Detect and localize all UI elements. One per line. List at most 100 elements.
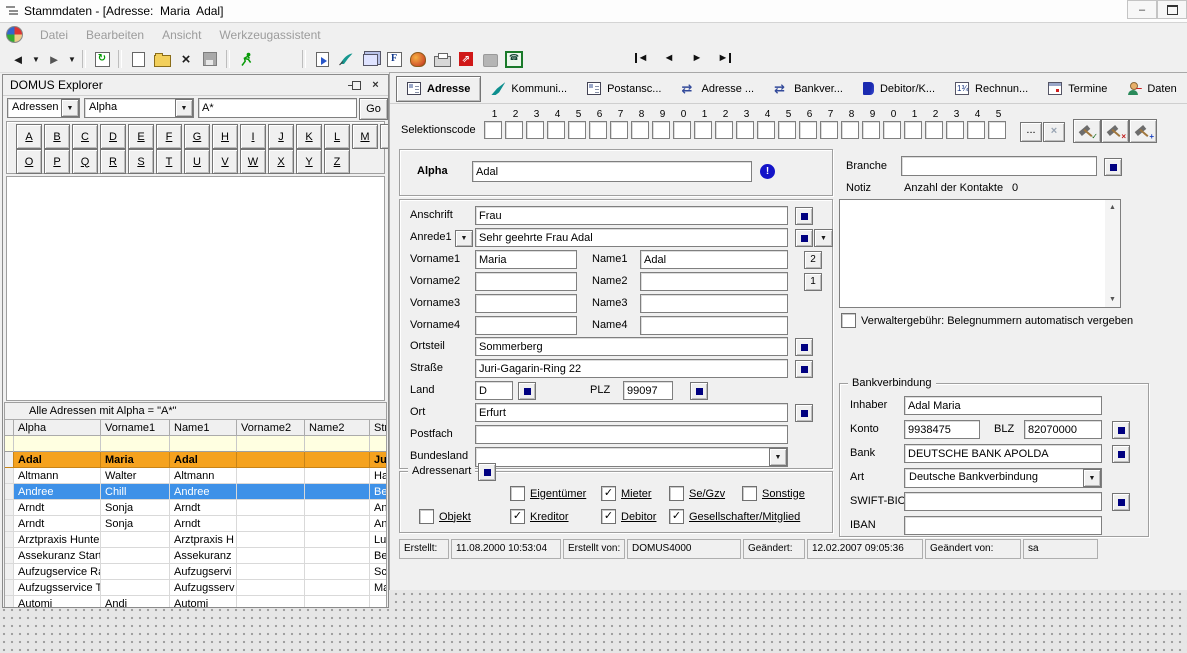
checkbox-sonstige[interactable]: Sonstige	[742, 486, 805, 501]
scope-dropdown[interactable]: Adressen ▼	[7, 98, 80, 118]
table-row[interactable]: Assekuranz StartAssekuranzBec	[5, 548, 386, 564]
tab-bankver[interactable]: Bankver...	[764, 77, 853, 101]
minimize-button[interactable]: –	[1127, 0, 1157, 19]
plz-input[interactable]	[623, 381, 673, 400]
scroll-down-icon[interactable]: ▼	[1105, 292, 1120, 307]
selektionscode-box-23[interactable]	[946, 121, 964, 139]
maximize-button[interactable]	[1157, 0, 1187, 19]
tab-adresse[interactable]: Adresse	[396, 76, 481, 102]
selektionscode-box-3[interactable]	[526, 121, 544, 139]
selektionscode-box-21[interactable]	[904, 121, 922, 139]
selektionscode-box-24[interactable]	[967, 121, 985, 139]
selektionscode-box-12[interactable]	[715, 121, 733, 139]
remove-selection-button[interactable]: ×	[1101, 119, 1129, 143]
checkbox-mieter[interactable]: Mieter	[601, 486, 652, 501]
vorname4-input[interactable]	[475, 316, 577, 335]
anschrift-lookup-button[interactable]	[795, 207, 813, 225]
next-record-button[interactable]: ►	[686, 48, 708, 68]
alpha-button-w[interactable]: W	[240, 149, 266, 174]
checkbox-objekt[interactable]: Objekt	[419, 509, 471, 524]
chevron-down-icon[interactable]: ▼	[175, 99, 193, 117]
table-row[interactable]: Aufzugsservice TAufzugsservMali	[5, 580, 386, 596]
alpha-button-r[interactable]: R	[100, 149, 126, 174]
print-button[interactable]	[430, 48, 454, 70]
tab-termine[interactable]: Termine	[1038, 77, 1117, 101]
scroll-up-icon[interactable]: ▲	[1105, 200, 1120, 215]
forward-button[interactable]: ►	[42, 48, 66, 70]
alpha-button-a[interactable]: A	[16, 124, 42, 149]
filter-cell[interactable]	[370, 436, 387, 452]
add-selection-button[interactable]: +	[1129, 119, 1157, 143]
anrede1-lookup-button[interactable]	[795, 229, 813, 247]
checkbox-debitor[interactable]: Debitor	[601, 509, 656, 524]
alpha-button-t[interactable]: T	[156, 149, 182, 174]
inhaber-input[interactable]	[904, 396, 1102, 415]
name2-input[interactable]	[640, 272, 788, 291]
last-record-button[interactable]: ►	[714, 48, 736, 68]
alpha-button-j[interactable]: J	[268, 124, 294, 149]
tab-adresse[interactable]: Adresse ...	[671, 77, 764, 101]
selektionscode-box-9[interactable]	[652, 121, 670, 139]
selektionscode-box-14[interactable]	[757, 121, 775, 139]
new-record-button[interactable]	[126, 48, 150, 70]
filter-cell[interactable]	[170, 436, 237, 452]
alpha-button-z[interactable]: Z	[324, 149, 350, 174]
konto-input[interactable]	[904, 420, 980, 439]
name4-input[interactable]	[640, 316, 788, 335]
filter-cell[interactable]	[237, 436, 305, 452]
table-row[interactable]: ArndtSonjaArndtAng	[5, 500, 386, 516]
bundesland-dropdown[interactable]: ▼	[475, 447, 788, 467]
wizard-button[interactable]	[406, 48, 430, 70]
alpha-button-s[interactable]: S	[128, 149, 154, 174]
anschrift-input[interactable]	[475, 206, 788, 225]
open-button[interactable]	[150, 48, 174, 70]
blz-input[interactable]	[1024, 420, 1102, 439]
name3-input[interactable]	[640, 294, 788, 313]
branche-input[interactable]	[901, 156, 1097, 176]
alpha-button-m[interactable]: M	[352, 124, 378, 149]
swift-lookup-button[interactable]	[1112, 493, 1130, 511]
selektionscode-box-17[interactable]	[820, 121, 838, 139]
ortsteil-input[interactable]	[475, 337, 788, 356]
name1-count-button[interactable]: 2	[804, 251, 822, 269]
field-dropdown[interactable]: Alpha ▼	[84, 98, 194, 118]
alpha-button-n[interactable]: N	[380, 124, 389, 149]
alpha-button-g[interactable]: G	[184, 124, 210, 149]
sign-button[interactable]	[334, 48, 358, 70]
alpha-button-f[interactable]: F	[156, 124, 182, 149]
anrede1-template-button[interactable]: ▼	[455, 230, 473, 247]
chevron-down-icon[interactable]: ▼	[1083, 469, 1101, 487]
table-row[interactable]: AndreeChillAndreeBeb	[5, 484, 386, 500]
checked-checkbox[interactable]	[510, 509, 525, 524]
selektionscode-box-18[interactable]	[841, 121, 859, 139]
selektionscode-box-8[interactable]	[631, 121, 649, 139]
tab-debitor-k[interactable]: Debitor/K...	[853, 77, 945, 101]
notiz-textarea[interactable]	[839, 199, 1121, 308]
selektionscode-box-15[interactable]	[778, 121, 796, 139]
menu-item-bearbeiten[interactable]: Bearbeiten	[77, 26, 153, 44]
postfach-input[interactable]	[475, 425, 788, 444]
chevron-down-icon[interactable]: ▼	[769, 448, 787, 466]
tab-postansc[interactable]: Postansc...	[577, 77, 671, 101]
alpha-button-u[interactable]: U	[184, 149, 210, 174]
anrede1-dropdown-button[interactable]: ▼	[814, 229, 833, 247]
alpha-button-c[interactable]: C	[72, 124, 98, 149]
checkbox-eigentümer[interactable]: Eigentümer	[510, 486, 586, 501]
selektionscode-box-16[interactable]	[799, 121, 817, 139]
ort-input[interactable]	[475, 403, 788, 422]
checkbox-kreditor[interactable]: Kreditor	[510, 509, 569, 524]
run-assistant-button[interactable]	[234, 48, 258, 70]
selektionscode-box-4[interactable]	[547, 121, 565, 139]
alpha-button-h[interactable]: H	[212, 124, 238, 149]
pin-button[interactable]	[349, 78, 364, 92]
menu-item-datei[interactable]: Datei	[31, 26, 77, 44]
alpha-button-l[interactable]: L	[324, 124, 350, 149]
alpha-button-k[interactable]: K	[296, 124, 322, 149]
unchecked-checkbox[interactable]	[510, 486, 525, 501]
back-button[interactable]: ◄	[6, 48, 30, 70]
name2-count-button[interactable]: 1	[804, 273, 822, 291]
vorname3-input[interactable]	[475, 294, 577, 313]
selektionscode-box-25[interactable]	[988, 121, 1006, 139]
refresh-button[interactable]: ↻	[90, 48, 114, 70]
alpha-button-x[interactable]: X	[268, 149, 294, 174]
